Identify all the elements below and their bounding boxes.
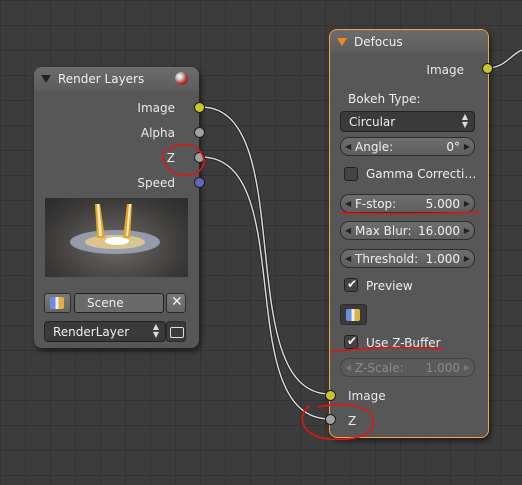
red-underline-annotation: [339, 211, 480, 215]
red-annotations: [162, 143, 480, 441]
red-circle-annotation: [301, 403, 374, 441]
red-circle-annotation: [162, 143, 205, 176]
red-underline-annotation: [329, 346, 444, 353]
